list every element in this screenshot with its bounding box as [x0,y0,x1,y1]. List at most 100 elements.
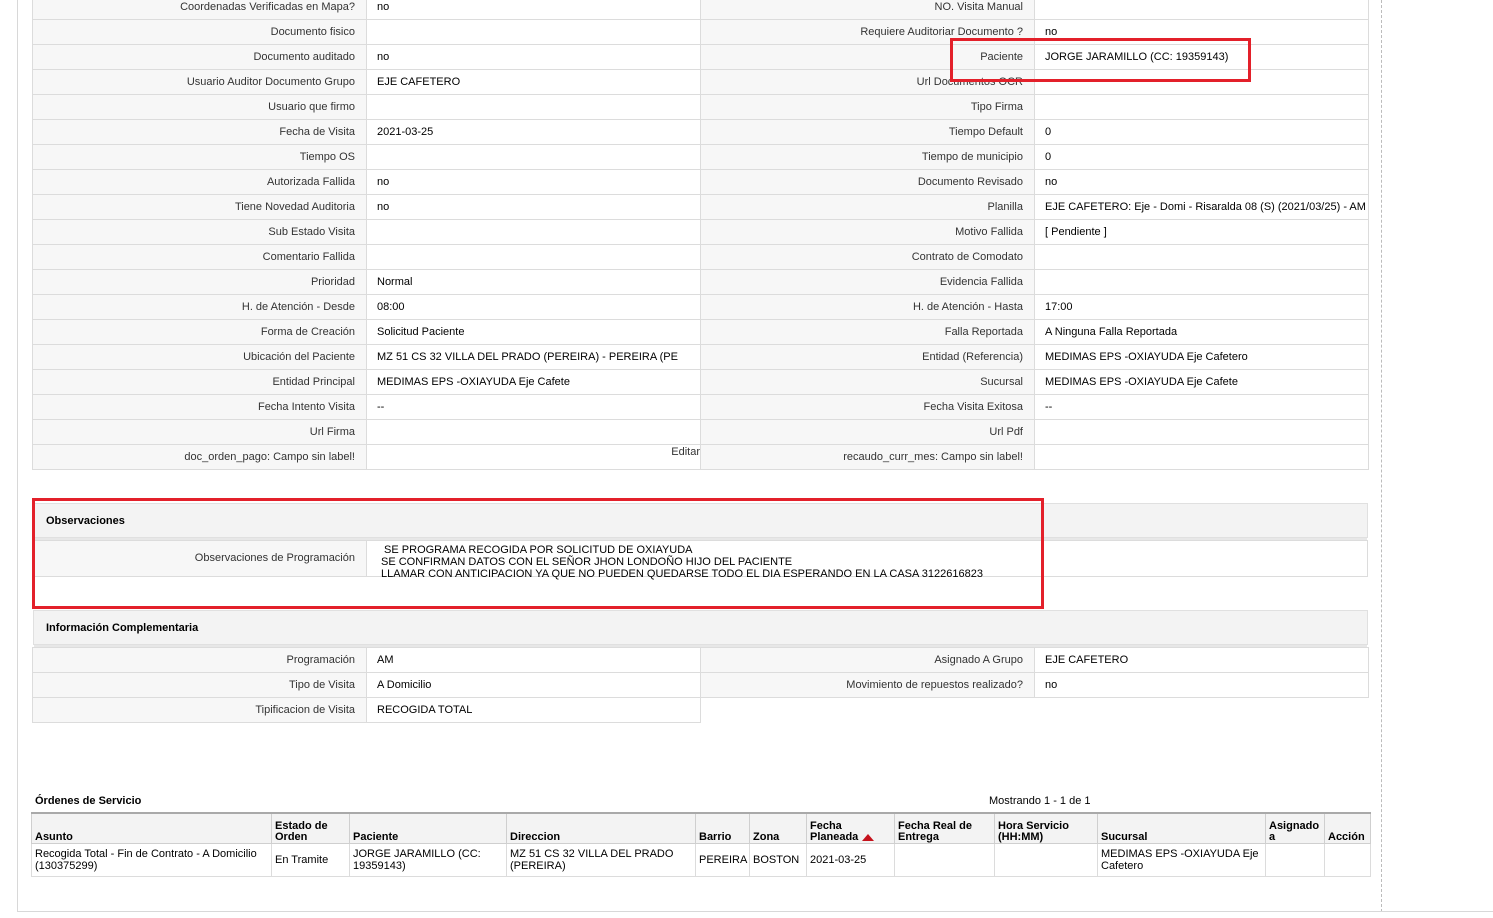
content-bottom-border [17,911,1493,912]
detail-row: Fecha Intento Visita -- Fecha Visita Exito… [32,394,1369,420]
table-cell: JORGE JARAMILLO (CC: 19359143) [349,843,507,877]
orders-column-header[interactable]: Fecha Planeada [806,812,895,844]
table-cell: En Tramite [271,843,350,877]
field-label: Tiempo Default [700,119,1035,145]
detail-row: Usuario que firmo Tipo Firma [32,94,1369,120]
field-label: Falla Reportada [700,319,1035,345]
field-value: Editar [366,444,701,470]
field-value [366,19,701,45]
orders-column-header[interactable]: Asignado a [1265,812,1325,844]
field-label: Entidad (Referencia) [700,344,1035,370]
info-complementaria-title: Información Complementaria [46,622,199,634]
empty-cell [701,698,1035,723]
field-label: Sucursal [700,369,1035,395]
field-label: Prioridad [32,269,367,295]
field-value: RECOGIDA TOTAL [366,697,701,723]
field-value: 17:00 [1034,294,1369,320]
field-value [1034,269,1369,295]
field-label: Documento Revisado [700,169,1035,195]
observaciones-label: Observaciones de Programación [194,552,355,564]
detail-row: Ubicación del Paciente MZ 51 CS 32 VILLA … [32,344,1369,370]
orders-column-header[interactable]: Hora Servicio (HH:MM) [994,812,1098,844]
orders-column-label: Barrio [699,831,732,843]
detail-row: Fecha de Visita 2021-03-25 Tiempo Default 0 [32,119,1369,145]
field-label: Evidencia Fallida [700,269,1035,295]
field-value: AM [366,647,701,673]
field-label: Movimiento de repuestos realizado? [700,672,1035,698]
orders-column-label: Asunto [35,831,73,843]
orders-column-header[interactable]: Asunto [31,812,272,844]
field-label: Fecha de Visita [32,119,367,145]
info-complementaria-header: Información Complementaria [33,610,1368,648]
field-value [366,244,701,270]
detail-row: Autorizada Fallida no Documento Revisado no [32,169,1369,195]
field-value: MEDIMAS EPS -OXIAYUDA Eje Cafetero [1034,344,1369,370]
field-value: A Ninguna Falla Reportada [1034,319,1369,345]
field-label: Usuario Auditor Documento Grupo [32,69,367,95]
orders-table: Asunto Estado de Orden Paciente Direccion Ba… [31,812,1371,877]
sort-ascending-icon[interactable] [862,833,875,841]
field-label: Paciente [700,44,1035,70]
table-row[interactable]: Recogida Total - Fin de Contrato - A Dom… [31,843,1371,877]
orders-column-label: Paciente [353,831,399,843]
field-label: Sub Estado Visita [32,219,367,245]
field-value: MEDIMAS EPS -OXIAYUDA Eje Cafete [366,369,701,395]
orders-column-label: Acción [1328,831,1365,843]
orders-column-header[interactable]: Paciente [349,812,507,844]
field-label: Usuario que firmo [32,94,367,120]
observaciones-title: Observaciones [46,515,125,527]
field-label: Contrato de Comodato [700,244,1035,270]
field-value: A Domicilio [366,672,701,698]
orders-column-header[interactable]: Direccion [506,812,696,844]
orders-column-label: Hora Servicio (HH:MM) [998,820,1069,843]
table-cell: MZ 51 CS 32 VILLA DEL PRADO (PEREIRA) [506,843,696,877]
field-label: Forma de Creación [32,319,367,345]
field-value: 08:00 [366,294,701,320]
field-value [1034,444,1369,470]
orders-column-header[interactable]: Sucursal [1097,812,1266,844]
orders-column-label: Asignado a [1269,820,1320,843]
field-label: Programación [32,647,367,673]
field-value: no [1034,169,1369,195]
orders-column-header[interactable]: Fecha Real de Entrega [894,812,995,844]
field-value: no [366,44,701,70]
orders-column-header[interactable]: Zona [749,812,807,844]
info-row: Programación AM Asignado A Grupo EJE CAFETE… [32,647,1369,673]
field-value: no [366,0,701,20]
field-value [366,144,701,170]
detail-row: Tiempo OS Tiempo de municipio 0 [32,144,1369,170]
field-value: Normal [366,269,701,295]
content-left-border [17,0,18,912]
orders-pagination-count: Mostrando 1 - 1 de 1 [989,795,1091,807]
field-label: Asignado A Grupo [700,647,1035,673]
field-value [1034,0,1369,20]
detail-row: H. de Atención - Desde 08:00 H. de Atenció… [32,294,1369,320]
field-label: H. de Atención - Desde [32,294,367,320]
detail-row: Entidad Principal MEDIMAS EPS -OXIAYUDA E… [32,369,1369,395]
field-label: Planilla [700,194,1035,220]
detail-row: Usuario Auditor Documento Grupo EJE CAFET… [32,69,1369,95]
detail-row: Url Firma Url Pdf [32,419,1369,445]
orders-column-header[interactable]: Acción [1324,812,1371,844]
orders-column-header[interactable]: Barrio [695,812,750,844]
empty-cell [1035,698,1369,723]
field-label: Documento fisico [32,19,367,45]
field-value: no [1034,672,1369,698]
table-cell: MEDIMAS EPS -OXIAYUDA Eje Cafetero [1097,843,1266,877]
edit-link[interactable]: Editar [671,446,699,458]
table-cell: Recogida Total - Fin de Contrato - A Dom… [31,843,272,877]
orders-column-header[interactable]: Estado de Orden [271,812,350,844]
detail-row: Coordenadas Verificadas en Mapa? no NO. Vi… [32,0,1369,20]
field-label: Url Firma [32,419,367,445]
orders-column-label: Zona [753,831,780,843]
table-cell: 2021-03-25 [806,843,895,877]
detail-row: Tiene Novedad Auditoria no Planilla EJE CAF… [32,194,1369,220]
field-value: [ Pendiente ] [1034,219,1369,245]
field-value: 0 [1034,119,1369,145]
observaciones-label-cell: Observaciones de Programación [33,540,367,577]
field-label: Fecha Intento Visita [32,394,367,420]
field-label: Tiene Novedad Auditoria [32,194,367,220]
field-label: H. de Atención - Hasta [700,294,1035,320]
field-label: NO. Visita Manual [700,0,1035,20]
field-value [366,419,701,445]
